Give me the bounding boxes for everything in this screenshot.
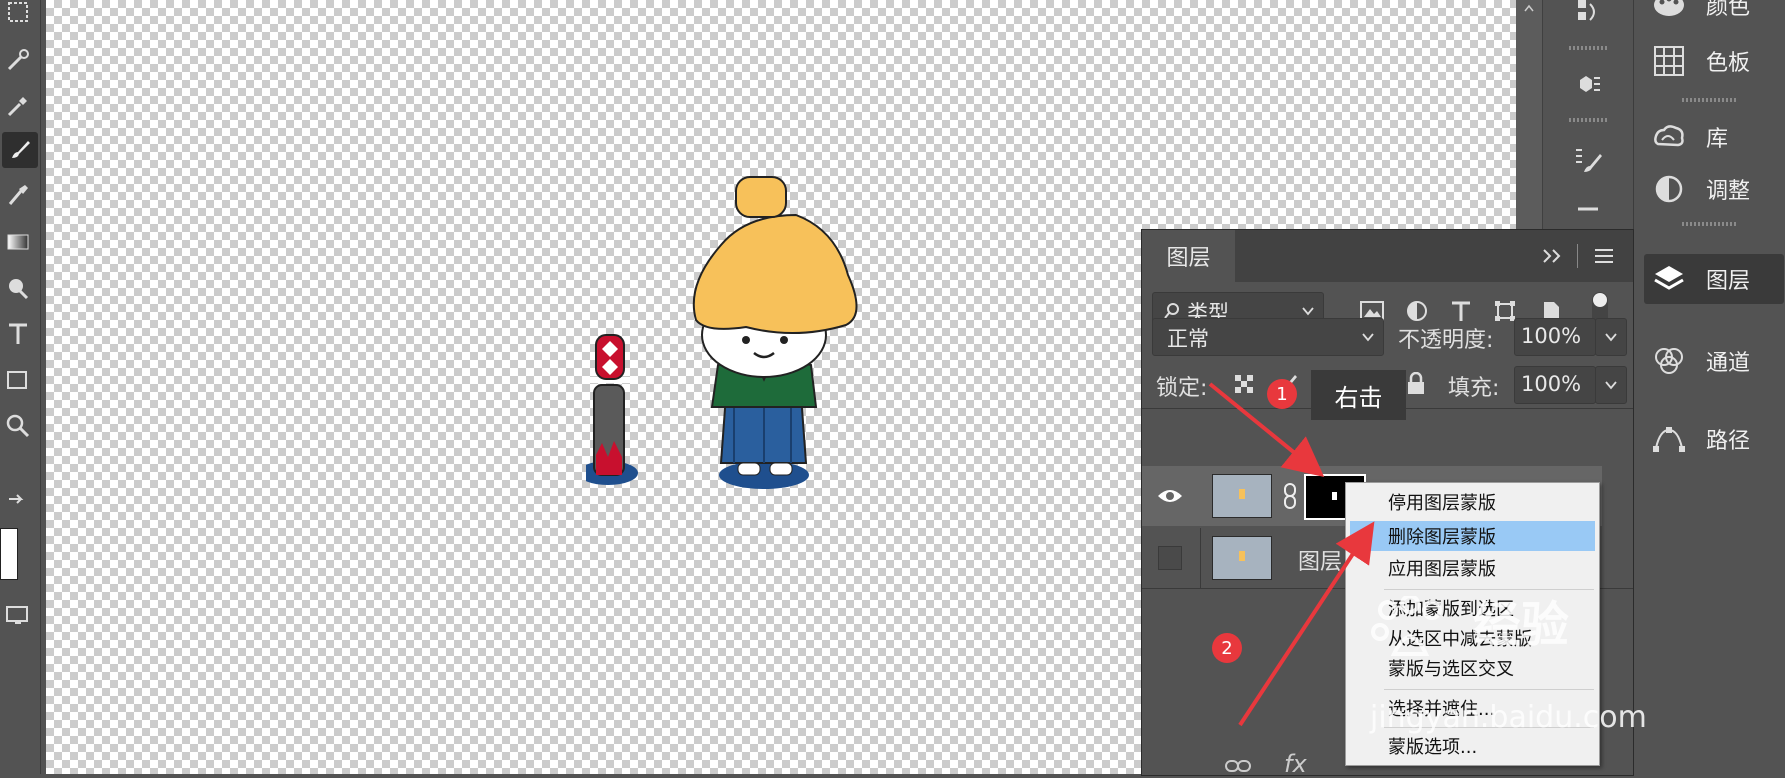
watermark-brand: 经验 (1370, 585, 1569, 660)
paw-logo-icon (1371, 594, 1442, 656)
watermark-url: jingyan.baidu.com (1370, 700, 1647, 735)
